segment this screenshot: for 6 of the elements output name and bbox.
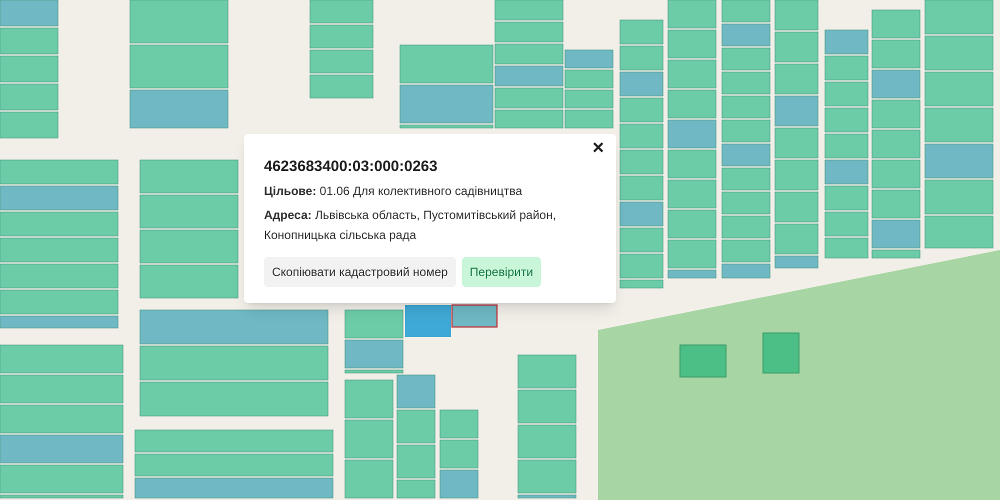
cadastral-number: 4623683400:03:000:0263 [264,158,438,177]
parcel-detail: Адреса: Львівська область, Пустомитівський район, Конопницька сільська рада [264,206,558,244]
popup-button[interactable]: Перевірити [462,256,542,287]
popup-button[interactable]: Скопіювати кадастровий номер [264,256,456,287]
parcel-detail: Цільове: 01.06 Для колективного садівництва [264,182,524,200]
close-button[interactable]: × [592,138,604,158]
